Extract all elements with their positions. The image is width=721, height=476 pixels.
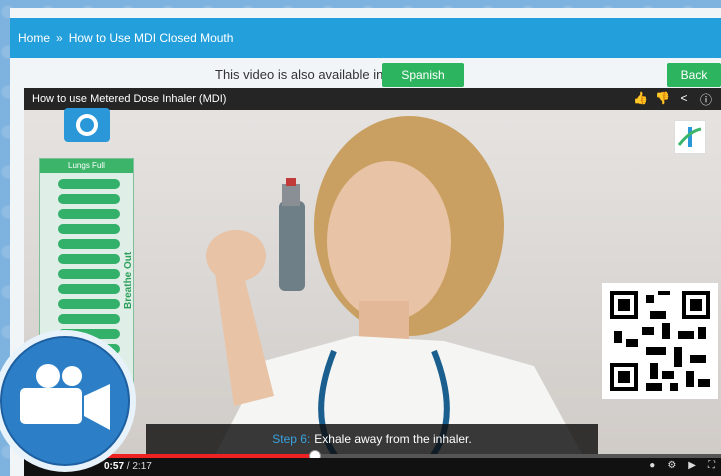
- time-total: 2:17: [132, 461, 152, 472]
- lung-level-bar: [58, 284, 120, 294]
- video-title[interactable]: How to use Metered Dose Inhaler (MDI): [32, 93, 226, 105]
- youtube-logo[interactable]: ▶: [688, 460, 696, 471]
- subtitle-caption: Step 6: Exhale away from the inhaler.: [146, 424, 598, 454]
- lung-level-bar: [58, 224, 120, 234]
- video-camera-icon: [0, 330, 136, 472]
- lung-level-bar: [58, 209, 120, 219]
- title-bar-actions: 👍 👎 < ⓘ: [633, 91, 713, 108]
- availability-text: This video is also available in: [215, 67, 384, 82]
- lung-level-bar: [58, 269, 120, 279]
- video-title-bar: How to use Metered Dose Inhaler (MDI) 👍 …: [24, 88, 721, 110]
- caption-text: Exhale away from the inhaler.: [314, 432, 472, 446]
- breathe-out-label: Breathe Out: [123, 251, 134, 309]
- control-actions: ● ⚙ ▶ ⛶: [649, 460, 715, 471]
- settings-icon[interactable]: ⚙: [667, 460, 676, 471]
- lung-level-bar: [58, 314, 120, 324]
- breadcrumb-separator: »: [56, 31, 63, 45]
- language-row: This video is also available in Spanish …: [10, 58, 721, 92]
- lung-level-bar: [58, 194, 120, 204]
- caption-step: Step 6:: [272, 432, 311, 446]
- lung-level-bar: [58, 179, 120, 189]
- info-icon[interactable]: ⓘ: [699, 91, 713, 108]
- back-button[interactable]: Back: [667, 63, 721, 87]
- qr-code: [602, 283, 718, 399]
- spanish-button[interactable]: Spanish: [382, 63, 464, 87]
- captions-icon[interactable]: ●: [649, 460, 655, 471]
- lung-level-bar: [58, 239, 120, 249]
- lung-level-bar: [58, 299, 120, 309]
- like-icon[interactable]: 👍: [633, 91, 648, 108]
- fullscreen-icon[interactable]: ⛶: [708, 460, 715, 471]
- breadcrumb: Home » How to Use MDI Closed Mouth: [10, 31, 233, 45]
- lung-level-bar: [58, 254, 120, 264]
- dislike-icon[interactable]: 👎: [655, 91, 670, 108]
- brand-logo: [674, 120, 706, 154]
- breadcrumb-current[interactable]: How to Use MDI Closed Mouth: [69, 31, 234, 45]
- head-profile-icon: [64, 108, 110, 142]
- share-icon[interactable]: <: [677, 91, 691, 108]
- presenter-figure: [204, 116, 594, 476]
- lungs-meter-header: Lungs Full: [40, 159, 133, 173]
- breadcrumb-bar: Home » How to Use MDI Closed Mouth: [10, 18, 721, 58]
- breadcrumb-home[interactable]: Home: [18, 31, 50, 45]
